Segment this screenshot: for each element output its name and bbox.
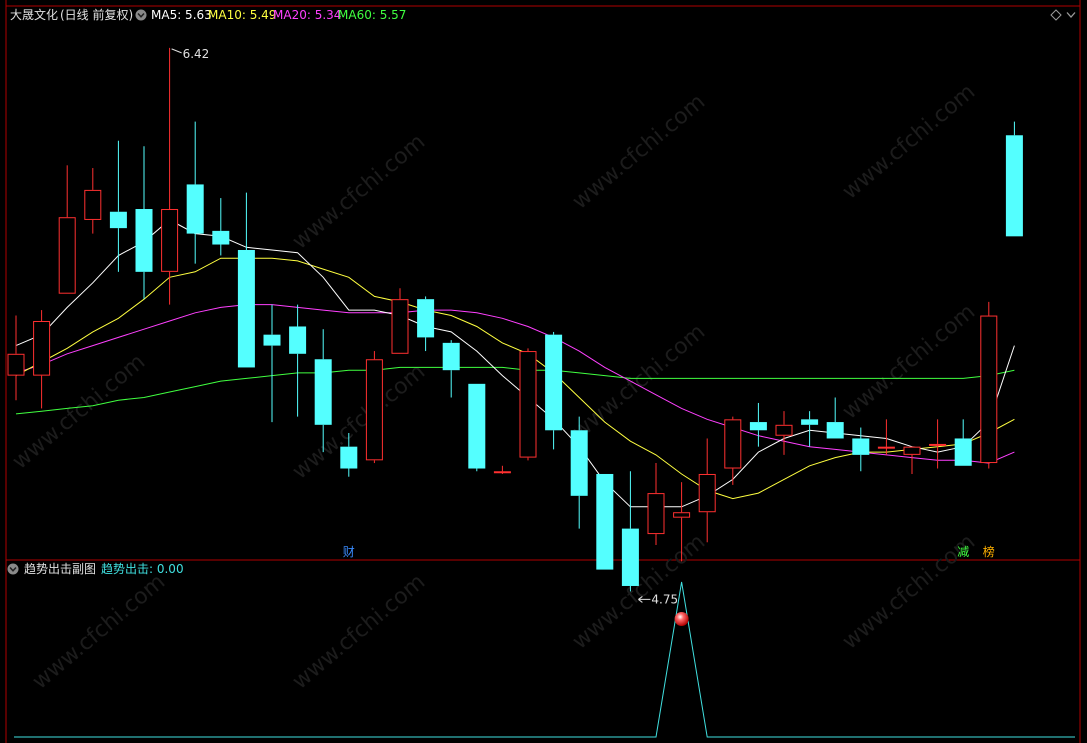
candle-body-down [801,419,819,425]
candle[interactable] [980,301,998,469]
candle-body-up [33,321,51,376]
candle-body-down [237,249,255,368]
candle-body-up [161,209,179,272]
candle-body-down [545,334,563,431]
sub-header: 趋势出击副图 趋势出击: 0.00 [7,562,184,576]
candle-body-up [775,424,793,436]
settings-dropdown-icon[interactable] [135,9,147,21]
candle-body-up [84,189,102,220]
ma5-label: MA5: 5.63 [151,8,212,22]
candle-body-up [365,359,383,461]
low-price-label: 4.75 [651,592,678,606]
event-mark[interactable]: 榜 [983,544,995,559]
candle-body-down [1005,135,1023,237]
candle-body-up [698,473,716,513]
candle[interactable] [519,348,537,461]
candle-body-down [570,430,588,496]
candle-body-down [135,209,153,272]
candle-body-up [877,446,895,449]
candle-body-down [826,422,844,439]
candle-body-up [647,493,665,535]
candle-body-down [314,359,332,425]
period-label: (日线 前复权) [60,7,133,22]
candle[interactable] [468,383,486,472]
candle-body-up [493,471,511,474]
signal-value-label: 趋势出击: 0.00 [101,562,184,576]
candle-body-down [621,528,639,586]
subchart-title[interactable]: 趋势出击副图 [24,562,96,576]
signal-ball-icon[interactable] [674,612,689,626]
candle-body-up [7,353,25,376]
candle-body-down [596,473,614,570]
ma20-label: MA20: 5.34 [273,8,341,22]
candle-body-down [442,342,460,371]
subchart-dropdown-icon[interactable] [7,563,19,575]
candle-body-up [673,512,691,518]
candle[interactable] [596,473,614,570]
candle-body-down [749,422,767,431]
event-mark[interactable]: 财 [343,545,355,559]
candle-body-down [417,299,435,338]
stock-chart: www.cfchi.comwww.cfchi.comwww.cfchi.comw… [0,0,1087,743]
candle-body-up [391,299,409,354]
candle-body-down [468,383,486,469]
candle[interactable] [1005,121,1023,237]
ma10-label: MA10: 5.49 [208,8,276,22]
candle-body-up [903,446,921,455]
high-price-label: 6.42 [183,47,210,61]
candle-body-down [340,446,358,469]
event-mark[interactable]: 减 [957,545,969,559]
candle-body-up [724,419,742,469]
candle-body-up [980,315,998,464]
candle[interactable] [365,351,383,464]
candle-body-down [289,326,307,354]
candle-body-down [852,438,870,455]
candle-body-down [212,230,230,245]
stock-name[interactable]: 大晟文化 [10,7,58,22]
candle-body-up [929,443,947,446]
candle-body-down [109,211,127,229]
chart-background [0,0,1087,743]
candle-body-up [519,351,537,458]
ma60-label: MA60: 5.57 [338,8,406,22]
candle-body-up [58,217,76,294]
candle-body-down [263,334,281,346]
candle-body-down [954,438,972,466]
candle-body-down [186,184,204,234]
